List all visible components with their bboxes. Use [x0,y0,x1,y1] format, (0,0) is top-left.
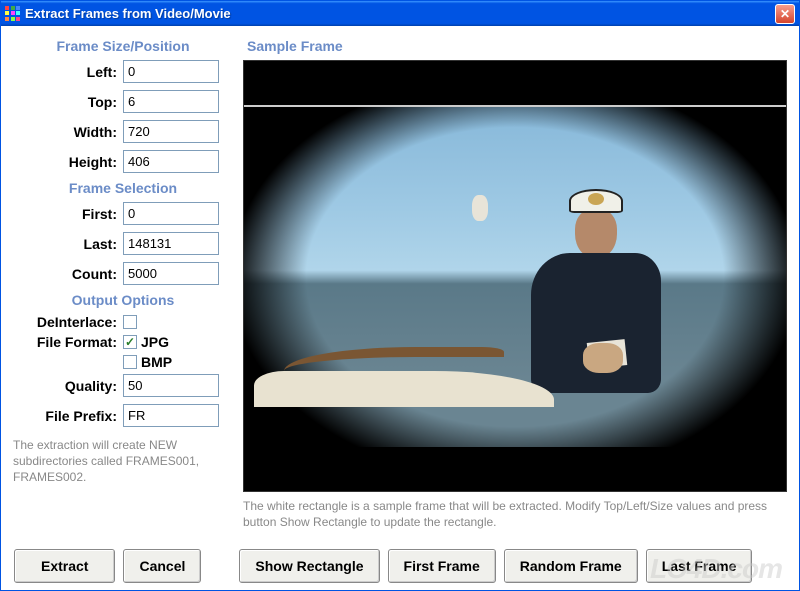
boat-hull [254,371,554,407]
boat-rail [284,347,504,371]
content-area: Frame Size/Position Left: Top: Width: He… [1,26,799,534]
window-title: Extract Frames from Video/Movie [25,6,775,21]
left-label: Left: [13,64,123,80]
show-rectangle-button[interactable]: Show Rectangle [239,549,379,583]
last-label: Last: [13,236,123,252]
fileformat-label: File Format: [13,334,123,350]
person-hands [583,343,623,373]
width-label: Width: [13,124,123,140]
bmp-checkbox[interactable] [123,355,137,369]
cancel-button[interactable]: Cancel [123,549,201,583]
count-field-row: Count: [13,262,233,285]
last-input[interactable] [123,232,219,255]
letterbox-top [244,61,786,105]
fileformat-jpg-row: File Format: JPG [13,334,233,350]
frame-image [244,105,786,447]
close-icon: ✕ [780,7,790,21]
top-input[interactable] [123,90,219,113]
first-input[interactable] [123,202,219,225]
top-field-row: Top: [13,90,233,113]
titlebar: Extract Frames from Video/Movie ✕ [1,1,799,26]
fileformat-bmp-row: BMP [13,354,233,370]
close-button[interactable]: ✕ [775,4,795,24]
captain-hat [569,189,623,213]
frame-size-heading: Frame Size/Position [13,38,233,54]
last-field-row: Last: [13,232,233,255]
deinterlace-row: DeInterlace: [13,314,233,330]
first-label: First: [13,206,123,222]
count-label: Count: [13,266,123,282]
left-input[interactable] [123,60,219,83]
jpg-checkbox[interactable] [123,335,137,349]
dialog-window: Extract Frames from Video/Movie ✕ Frame … [0,0,800,591]
button-bar: Extract Cancel Show Rectangle First Fram… [0,549,800,583]
app-icon [5,6,21,22]
person-head [575,209,617,259]
prefix-field-row: File Prefix: [13,404,233,427]
left-field-row: Left: [13,60,233,83]
boat [254,337,554,407]
left-panel: Frame Size/Position Left: Top: Width: He… [13,34,243,530]
first-field-row: First: [13,202,233,225]
right-panel: Sample Frame [243,34,787,530]
last-frame-button[interactable]: Last Frame [646,549,753,583]
width-field-row: Width: [13,120,233,143]
extraction-note: The extraction will create NEW subdirect… [13,437,233,486]
frame-selection-heading: Frame Selection [13,180,233,196]
deinterlace-label: DeInterlace: [13,314,123,330]
height-label: Height: [13,154,123,170]
prefix-label: File Prefix: [13,408,123,424]
height-input[interactable] [123,150,219,173]
extract-button[interactable]: Extract [14,549,115,583]
top-label: Top: [13,94,123,110]
count-input[interactable] [123,262,219,285]
width-input[interactable] [123,120,219,143]
jpg-label: JPG [141,334,169,350]
first-frame-button[interactable]: First Frame [388,549,496,583]
height-field-row: Height: [13,150,233,173]
quality-input[interactable] [123,374,219,397]
random-frame-button[interactable]: Random Frame [504,549,638,583]
mast-object [472,195,488,221]
letterbox-bottom [244,447,786,491]
prefix-input[interactable] [123,404,219,427]
output-options-heading: Output Options [13,292,233,308]
deinterlace-checkbox[interactable] [123,315,137,329]
sample-frame-preview [243,60,787,492]
quality-field-row: Quality: [13,374,233,397]
sample-caption: The white rectangle is a sample frame th… [243,498,787,530]
quality-label: Quality: [13,378,123,394]
sample-frame-heading: Sample Frame [243,38,787,54]
bmp-label: BMP [141,354,172,370]
